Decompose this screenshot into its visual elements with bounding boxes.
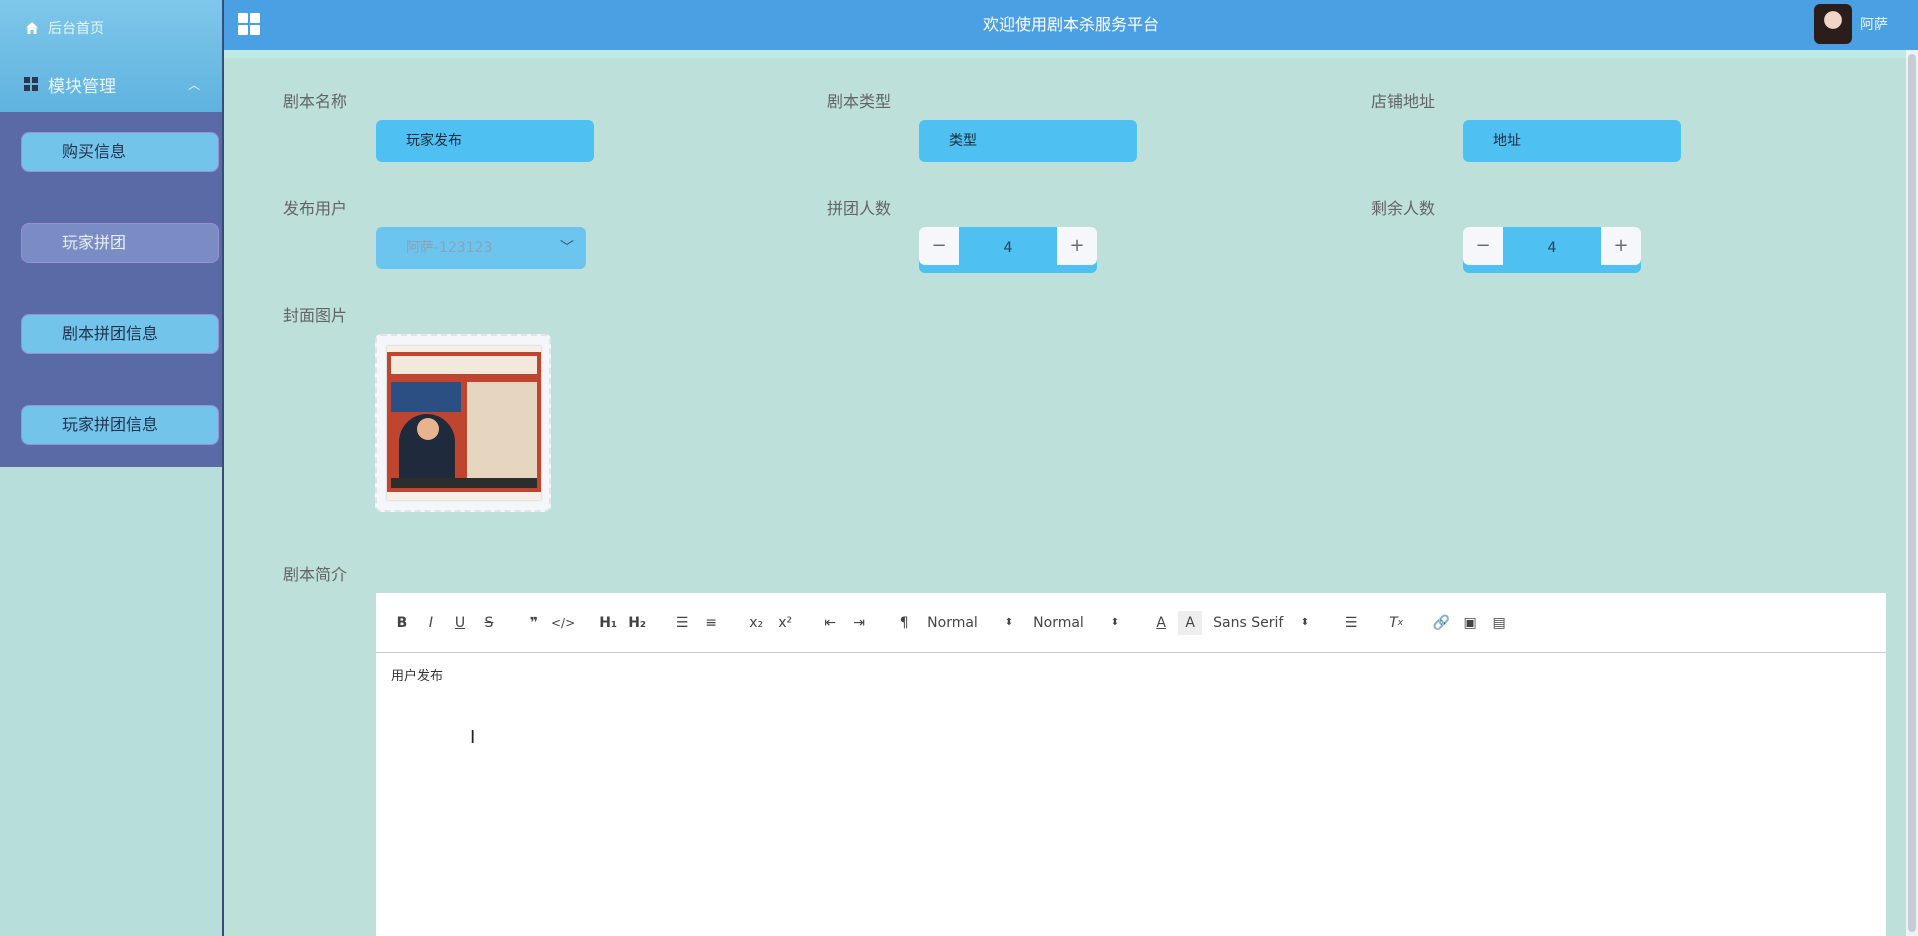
blockquote-icon[interactable]: ❞ — [522, 611, 546, 635]
font-picker[interactable]: Sans Serif ⬍ — [1207, 611, 1315, 635]
sidebar-menu: 购买信息 玩家拼团 剧本拼团信息 玩家拼团信息 — [0, 112, 222, 467]
page-scrollbar-thumb[interactable] — [1908, 54, 1916, 932]
group-count-decrement-button[interactable]: − — [919, 227, 959, 265]
code-block-icon[interactable]: </> — [551, 611, 575, 635]
publish-user-value: 阿萨-123123 — [406, 240, 493, 256]
sidebar-item-script-group-info[interactable]: 剧本拼团信息 — [21, 314, 219, 354]
header-underline — [224, 50, 1918, 58]
username: 阿萨 — [1860, 17, 1888, 33]
page-title: 欢迎使用剧本杀服务平台 — [982, 15, 1159, 34]
cover-upload[interactable] — [375, 334, 551, 512]
remaining-stepper: − 4 + — [1463, 227, 1641, 273]
remaining-value[interactable]: 4 — [1503, 227, 1601, 269]
sidebar-top: 后台首页 模块管理 ︿ — [0, 0, 222, 112]
sidebar-item-player-group-info[interactable]: 玩家拼团信息 — [21, 405, 219, 445]
underline-icon[interactable]: U — [448, 611, 472, 635]
background-color-icon[interactable]: A — [1178, 610, 1203, 635]
header-2-icon[interactable]: H₂ — [625, 611, 649, 635]
intro-label: 剧本简介 — [283, 565, 348, 584]
group-count-increment-button[interactable]: + — [1057, 227, 1097, 265]
name-label: 剧本名称 — [283, 92, 348, 111]
editor-content[interactable]: 用户发布 — [376, 653, 1886, 696]
clear-format-icon[interactable]: Tx — [1384, 611, 1408, 635]
text-direction-icon[interactable]: ¶ — [892, 611, 916, 635]
remaining-decrement-button[interactable]: − — [1463, 227, 1503, 265]
italic-icon[interactable]: I — [419, 611, 443, 635]
script-type-input[interactable]: 类型 — [919, 120, 1137, 162]
sort-caret-icon: ⬍ — [1004, 617, 1014, 628]
poster-graphic — [387, 352, 541, 492]
sort-caret-icon: ⬍ — [1110, 617, 1120, 628]
sidebar-module-toggle[interactable]: 模块管理 ︿ — [0, 56, 222, 112]
subscript-icon[interactable]: x₂ — [744, 611, 768, 635]
link-icon[interactable]: 🔗 — [1429, 611, 1453, 635]
text-cursor-icon: I — [470, 727, 476, 748]
address-label: 店铺地址 — [1371, 92, 1436, 111]
sidebar-item-home[interactable]: 后台首页 — [0, 0, 222, 56]
ordered-list-icon[interactable]: ☰ — [670, 611, 694, 635]
cover-label: 封面图片 — [283, 306, 348, 325]
header-picker-value: Normal — [927, 614, 978, 631]
editor-toolbar: B I U S ❞ </> H₁ H₂ ☰ ≡ x₂ x² ⇤ ⇥ ¶ Norm… — [376, 593, 1886, 653]
sidebar-home-label: 后台首页 — [48, 21, 104, 37]
image-icon[interactable]: ▣ — [1458, 611, 1482, 635]
font-color-icon[interactable]: A — [1149, 611, 1173, 635]
rich-text-editor: B I U S ❞ </> H₁ H₂ ☰ ≡ x₂ x² ⇤ ⇥ ¶ Norm… — [376, 593, 1886, 936]
remaining-increment-button[interactable]: + — [1601, 227, 1641, 265]
grid-icon — [24, 77, 38, 91]
strikethrough-icon[interactable]: S — [477, 611, 501, 635]
sidebar-item-purchase-info[interactable]: 购买信息 — [21, 132, 219, 172]
bullet-list-icon[interactable]: ≡ — [699, 611, 723, 635]
group-count-stepper: − 4 + — [919, 227, 1097, 273]
video-icon[interactable]: ▤ — [1487, 611, 1511, 635]
form-area: 剧本名称 玩家发布 剧本类型 类型 店铺地址 地址 发布用户 阿萨-123123… — [234, 58, 1910, 936]
type-label: 剧本类型 — [827, 92, 892, 111]
group-count-label: 拼团人数 — [827, 199, 892, 218]
top-header: 欢迎使用剧本杀服务平台 阿萨 — [224, 0, 1918, 50]
sort-caret-icon: ⬍ — [1300, 617, 1310, 628]
group-count-value[interactable]: 4 — [959, 227, 1057, 269]
chevron-down-icon: ﹀ — [560, 240, 574, 256]
size-picker-value: Normal — [1033, 614, 1084, 631]
header-picker[interactable]: Normal ⬍ — [921, 611, 1019, 635]
align-icon[interactable]: ☰ — [1339, 611, 1363, 635]
font-picker-value: Sans Serif — [1213, 614, 1284, 631]
cover-image — [387, 346, 541, 500]
sidebar-module-label: 模块管理 — [48, 76, 116, 97]
indent-icon[interactable]: ⇥ — [847, 611, 871, 635]
sidebar-item-player-group[interactable]: 玩家拼团 — [21, 223, 219, 263]
bold-icon[interactable]: B — [390, 611, 414, 635]
remaining-label: 剩余人数 — [1371, 199, 1436, 218]
header-1-icon[interactable]: H₁ — [596, 611, 620, 635]
outdent-icon[interactable]: ⇤ — [818, 611, 842, 635]
sidebar: 后台首页 模块管理 ︿ 购买信息 玩家拼团 剧本拼团信息 玩家拼团信息 — [0, 0, 224, 936]
home-icon — [26, 22, 38, 34]
avatar[interactable] — [1814, 4, 1852, 44]
publish-user-select[interactable]: 阿萨-123123 ﹀ — [376, 227, 586, 269]
store-address-input[interactable]: 地址 — [1463, 120, 1681, 162]
chevron-up-icon: ︿ — [187, 78, 200, 92]
size-picker[interactable]: Normal ⬍ — [1027, 611, 1125, 635]
superscript-icon[interactable]: x² — [773, 611, 797, 635]
user-label: 发布用户 — [283, 199, 348, 218]
script-name-input[interactable]: 玩家发布 — [376, 120, 594, 162]
user-menu[interactable]: 阿萨 — [1814, 4, 1888, 44]
